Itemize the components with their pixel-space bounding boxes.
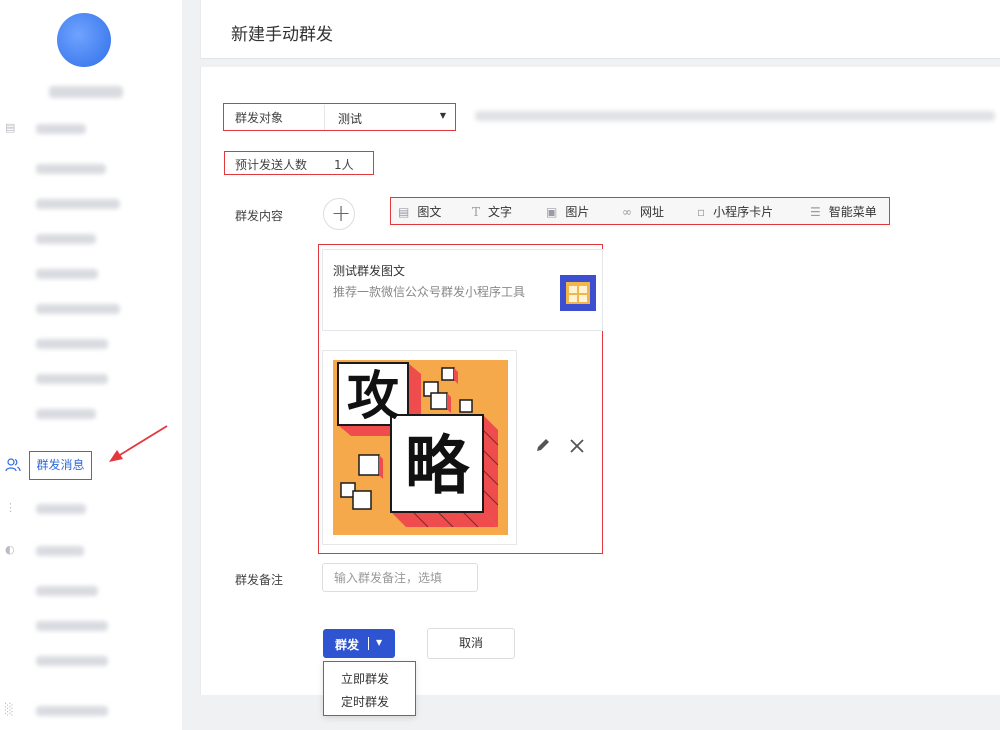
tool-label: 图片 [565,205,590,219]
text-icon: T [472,205,481,219]
sidebar-item-blurred[interactable] [36,199,120,209]
note-label: 群发备注 [235,573,284,587]
article-card[interactable]: 测试群发图文 推荐一款微信公众号群发小程序工具 [322,249,603,331]
tool-text[interactable]: T 文字 [472,204,512,220]
plus-icon: + [331,199,352,227]
users-icon [5,458,21,472]
tool-picture[interactable]: ▣ 图片 [546,204,589,220]
caret-down-icon[interactable]: ▼ [376,636,382,650]
link-icon: ∞ [622,205,632,219]
sidebar-item-blurred[interactable] [36,339,108,349]
chat-icon: ◐ [5,543,15,556]
menu-item-send-now[interactable]: 立即群发 [341,670,389,687]
close-icon[interactable] [568,437,586,455]
target-select-value: 测试 [338,112,363,126]
sidebar-item-blurred[interactable] [36,374,108,384]
tool-label: 文字 [488,205,513,219]
cover-char-1: 攻 [347,367,400,427]
content-type-toolbar: ▤ 图文 T 文字 ▣ 图片 ∞ 网址 ▫ 小程序卡片 ☰ 智能菜单 [390,197,890,225]
estimate-value: 1人 [334,158,354,172]
grid-icon: ⋮ [5,501,16,514]
annotation-arrow-icon [109,425,168,462]
tool-link[interactable]: ∞ 网址 [622,204,664,220]
cover-char-2: 略 [405,430,470,504]
sidebar-item-blurred[interactable] [36,164,106,174]
menu-icon: ▤ [5,121,16,134]
menu-item-schedule-send[interactable]: 定时群发 [341,693,389,710]
image-text-icon: ▤ [398,205,410,219]
edit-icon[interactable] [535,437,551,453]
send-options-menu: 立即群发 定时群发 [323,661,416,716]
cover-image[interactable]: 攻 略 [333,360,508,535]
add-content-button[interactable]: + [323,198,355,230]
target-select[interactable]: 测试 ▼ [324,105,454,130]
article-description: 推荐一款微信公众号群发小程序工具 [333,285,526,299]
send-button[interactable]: 群发 ▼ [323,629,395,658]
sidebar-item-blurred[interactable] [36,234,96,244]
sidebar-item-label: 群发消息 [36,458,85,472]
tool-label: 网址 [640,205,665,219]
tool-label: 图文 [417,205,442,219]
miniprogram-card-icon: ▫ [697,205,706,219]
page-title: 新建手动群发 [231,25,333,45]
tool-image-text[interactable]: ▤ 图文 [398,204,441,220]
target-label: 群发对象 [235,111,284,125]
sidebar-item-blurred[interactable] [36,706,108,716]
send-button-label: 群发 [335,638,360,652]
content-label: 群发内容 [235,209,284,223]
sidebar-item-blurred[interactable] [36,409,96,419]
cancel-button[interactable]: 取消 [427,628,515,659]
tool-miniprogram-card[interactable]: ▫ 小程序卡片 [697,204,773,220]
sidebar-item-blurred[interactable] [36,621,108,631]
sidebar-item-group-message[interactable]: 群发消息 [29,451,92,480]
estimate-label: 预计发送人数 [235,158,308,172]
sidebar-item-blurred[interactable] [36,586,98,596]
sidebar-item-blurred[interactable] [36,504,86,514]
note-input[interactable] [322,563,478,592]
tool-label: 小程序卡片 [713,205,774,219]
target-description-blurred [475,111,995,121]
sidebar: ▤ 群发消息 ⋮ ◐ ░ [0,0,182,730]
avatar[interactable] [57,13,111,67]
tool-label: 智能菜单 [828,205,877,219]
sidebar-item-blurred[interactable] [36,269,98,279]
caret-down-icon: ▼ [439,111,446,120]
page-header: 新建手动群发 [200,0,1000,59]
settings-icon: ░ [5,703,14,716]
sidebar-item-blurred[interactable] [36,546,84,556]
divider [368,637,369,650]
article-thumbnail [560,275,596,311]
tool-smart-menu[interactable]: ☰ 智能菜单 [810,204,877,220]
account-name-blurred [49,86,123,98]
menu-list-icon: ☰ [810,205,821,219]
article-title: 测试群发图文 [333,264,406,278]
picture-icon: ▣ [546,205,558,219]
sidebar-item-blurred[interactable] [36,656,108,666]
sidebar-item-blurred[interactable] [36,304,120,314]
sidebar-item-blurred[interactable] [36,124,86,134]
